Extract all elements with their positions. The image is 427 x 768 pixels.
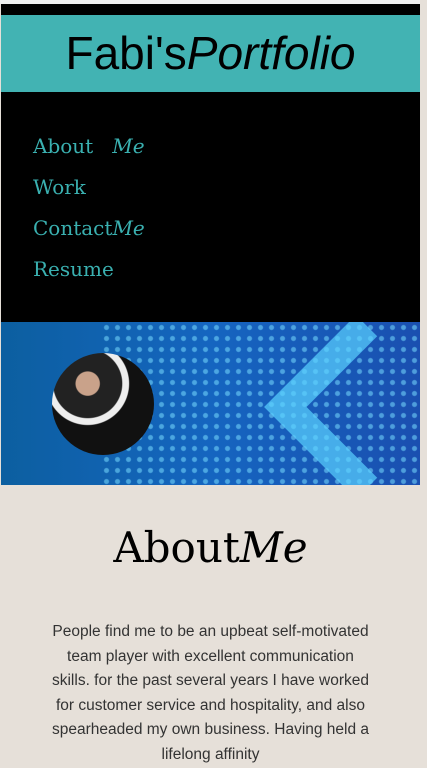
site-header: Fabi'sPortfolio	[1, 15, 420, 92]
scrollbar[interactable]	[420, 0, 427, 768]
page: Fabi'sPortfolio About Me Work ContactMe …	[1, 4, 420, 768]
nav-about-me[interactable]: About Me	[1, 132, 420, 173]
main-nav: About Me Work ContactMe Resume	[1, 92, 420, 322]
nav-work[interactable]: Work	[1, 173, 420, 214]
top-black-strip	[1, 4, 420, 15]
site-title: Fabi'sPortfolio	[65, 27, 356, 79]
nav-contact-me[interactable]: ContactMe	[1, 214, 420, 255]
about-body: People find me to be an upbeat self-moti…	[51, 623, 370, 763]
hero-banner	[1, 322, 420, 485]
nav-resume[interactable]: Resume	[1, 255, 420, 296]
about-section: AboutMe People find me to be an upbeat s…	[1, 485, 420, 767]
profile-photo	[52, 353, 154, 455]
about-heading: AboutMe	[113, 523, 308, 572]
